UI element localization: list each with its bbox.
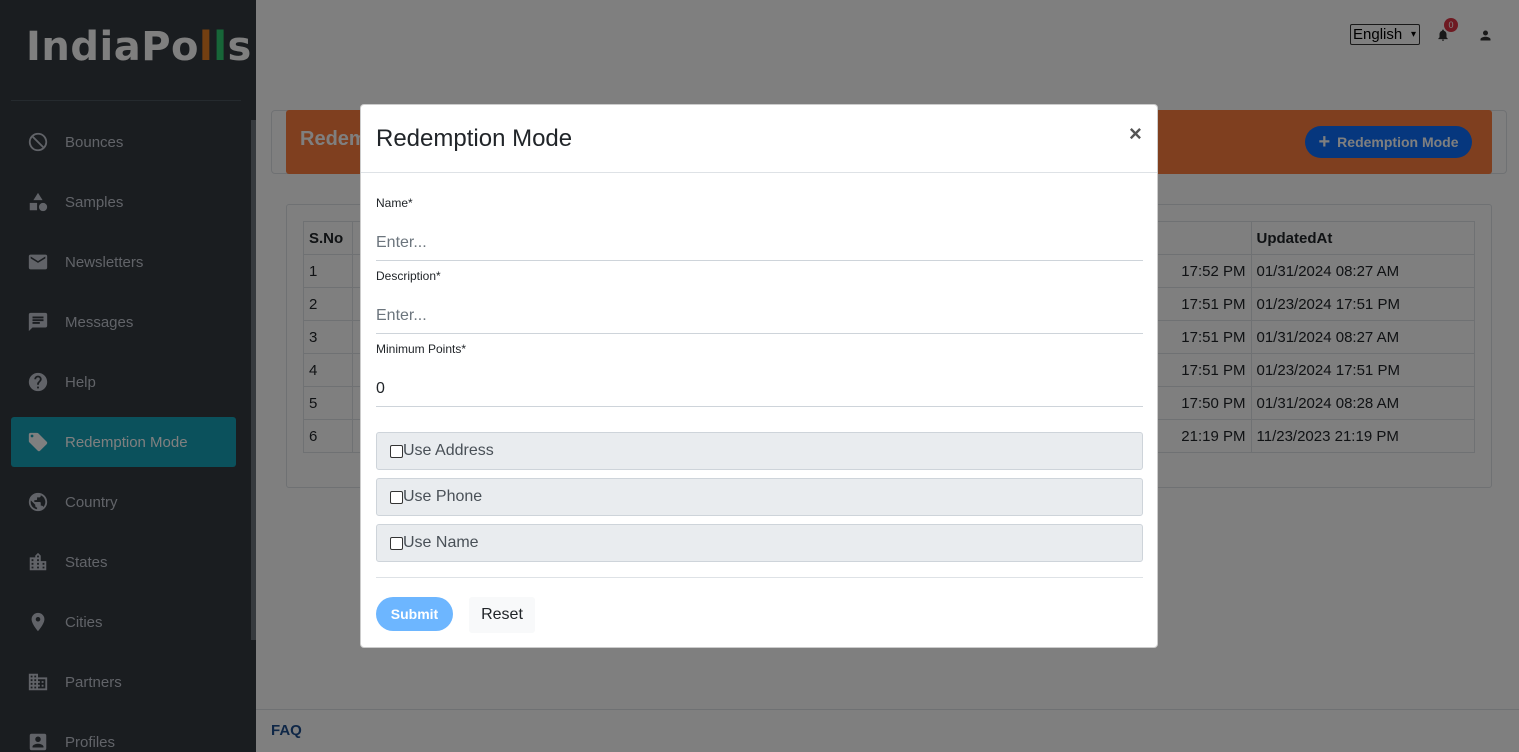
reset-button[interactable]: Reset (469, 597, 535, 633)
description-label: Description* (376, 269, 441, 283)
use-phone-label: Use Phone (403, 488, 483, 505)
use-address-option[interactable]: Use Address (376, 432, 1143, 470)
minimum-points-label: Minimum Points* (376, 342, 467, 356)
minimum-points-input[interactable]: 0 (376, 371, 1143, 407)
name-label: Name* (376, 196, 413, 210)
submit-button[interactable]: Submit (376, 597, 453, 631)
modal-divider (376, 577, 1143, 578)
use-phone-checkbox[interactable] (390, 490, 403, 504)
name-input[interactable]: Enter... (376, 225, 1143, 261)
modal-header: Redemption Mode × (361, 105, 1157, 173)
use-name-checkbox[interactable] (390, 536, 403, 550)
description-input[interactable]: Enter... (376, 298, 1143, 334)
use-name-option[interactable]: Use Name (376, 524, 1143, 562)
use-address-checkbox[interactable] (390, 444, 403, 458)
use-address-label: Use Address (403, 442, 494, 459)
use-name-label: Use Name (403, 534, 479, 551)
modal-title: Redemption Mode (376, 125, 573, 152)
close-icon[interactable]: × (1129, 121, 1142, 147)
redemption-mode-modal: Redemption Mode × Name* Enter... Descrip… (360, 104, 1158, 648)
use-phone-option[interactable]: Use Phone (376, 478, 1143, 516)
